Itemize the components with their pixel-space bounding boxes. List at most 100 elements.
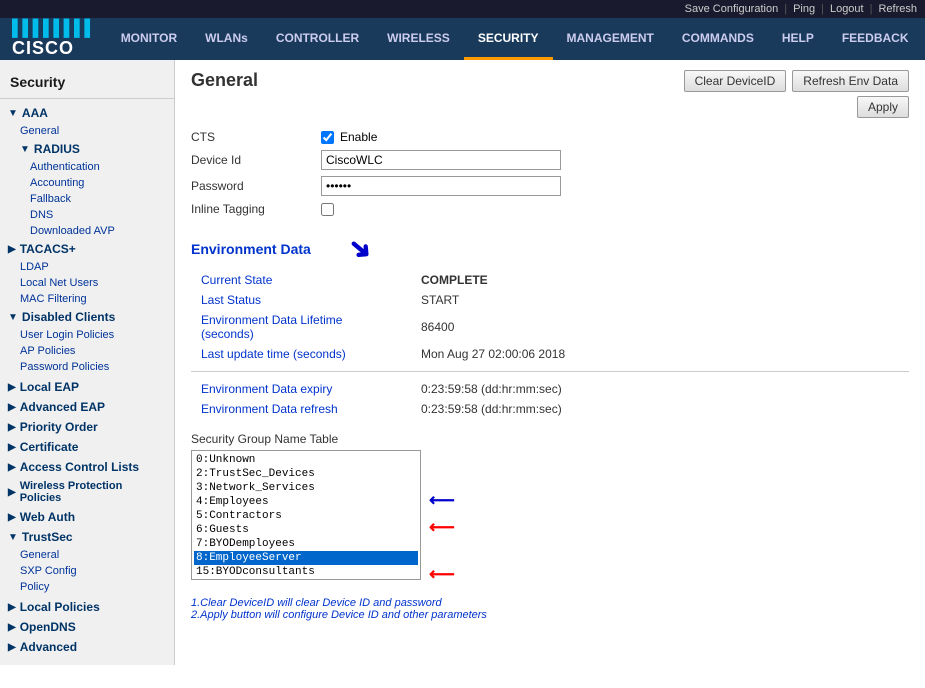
sidebar-item-wireless-protection[interactable]: ▶ Wireless Protection Policies: [0, 477, 174, 507]
page-title: General: [191, 70, 258, 91]
sg-list-item[interactable]: 7:BYODemployees: [194, 537, 418, 551]
sg-list-item[interactable]: 8:EmployeeServer: [194, 551, 418, 565]
sidebar-item-trustsec[interactable]: ▼ TrustSec: [0, 527, 174, 547]
current-state-row: Current State COMPLETE: [201, 273, 909, 287]
sidebar-item-web-auth[interactable]: ▶ Web Auth: [0, 507, 174, 527]
logout-link[interactable]: Logout: [830, 3, 864, 15]
header-buttons-row2: Apply: [857, 96, 909, 118]
sidebar-item-trustsec-general[interactable]: General: [0, 547, 174, 563]
sg-list-item[interactable]: 255:Quarantined_Systems: [194, 579, 418, 580]
nav-feedback[interactable]: FEEDBACK: [828, 18, 923, 60]
lifetime-value: 86400: [421, 320, 454, 334]
sidebar-item-authentication[interactable]: Authentication: [0, 159, 174, 175]
sidebar-item-priority-order[interactable]: ▶ Priority Order: [0, 417, 174, 437]
sidebar-item-dns[interactable]: DNS: [0, 207, 174, 223]
password-input[interactable]: [321, 176, 561, 196]
sidebar-item-advanced[interactable]: ▶ Advanced: [0, 637, 174, 657]
red-arrow-15-icon: ⟵: [429, 564, 455, 585]
sg-list-item[interactable]: 0:Unknown: [194, 453, 418, 467]
expiry-row: Environment Data expiry 0:23:59:58 (dd:h…: [201, 382, 909, 396]
sidebar-item-local-policies[interactable]: ▶ Local Policies: [0, 597, 174, 617]
certificate-arrow-icon: ▶: [8, 442, 16, 453]
local-policies-label: Local Policies: [20, 600, 100, 614]
cts-enable-text: Enable: [340, 130, 377, 144]
tacacs-label: TACACS+: [20, 242, 76, 256]
red-arrow-8-icon: ⟵: [429, 517, 455, 538]
main-layout: Security ▼ AAA General ▼ RADIUS Authenti…: [0, 60, 925, 665]
trustsec-label: TrustSec: [22, 530, 73, 544]
refresh-link[interactable]: Refresh: [878, 3, 917, 15]
cisco-logo: ▌▌▌▌▌▌▌▌ CISCO: [0, 20, 107, 59]
clear-device-id-button[interactable]: Clear DeviceID: [684, 70, 787, 92]
sidebar-item-downloaded-avp[interactable]: Downloaded AVP: [0, 223, 174, 239]
nav-management[interactable]: MANAGEMENT: [553, 18, 668, 60]
last-status-label: Last Status: [201, 293, 421, 307]
wireless-protection-arrow-icon: ▶: [8, 487, 16, 498]
sidebar-item-acl[interactable]: ▶ Access Control Lists: [0, 457, 174, 477]
top-bar: Save Configuration | Ping | Logout | Ref…: [0, 0, 925, 18]
sidebar-section-aaa: ▼ AAA General ▼ RADIUS Authentication Ac…: [0, 103, 174, 375]
advanced-arrow-icon: ▶: [8, 642, 16, 653]
sidebar-item-mac-filtering[interactable]: MAC Filtering: [0, 291, 174, 307]
sg-arrows: ⟵ ⟵ ⟵: [429, 490, 455, 585]
nav-help[interactable]: HELP: [768, 18, 828, 60]
sidebar-item-advanced-eap[interactable]: ▶ Advanced EAP: [0, 397, 174, 417]
certificate-label: Certificate: [20, 440, 79, 454]
content-area: General Clear DeviceID Refresh Env Data …: [175, 60, 925, 665]
sg-list-item[interactable]: 15:BYODconsultants: [194, 565, 418, 579]
nav-commands[interactable]: COMMANDS: [668, 18, 768, 60]
sidebar-item-local-eap[interactable]: ▶ Local EAP: [0, 377, 174, 397]
sidebar-item-general[interactable]: General: [0, 123, 174, 139]
lifetime-label: Environment Data Lifetime (seconds): [201, 313, 421, 341]
sidebar-item-accounting[interactable]: Accounting: [0, 175, 174, 191]
sg-list[interactable]: 0:Unknown2:TrustSec_Devices3:Network_Ser…: [191, 450, 421, 580]
cts-checkbox-row: Enable: [321, 130, 377, 144]
device-id-label: Device Id: [191, 153, 321, 167]
nav-security[interactable]: SECURITY: [464, 18, 553, 60]
local-eap-arrow-icon: ▶: [8, 382, 16, 393]
nav-controller[interactable]: CONTROLLER: [262, 18, 373, 60]
sidebar-item-password-policies[interactable]: Password Policies: [0, 359, 174, 375]
nav-items: MONITOR WLANs CONTROLLER WIRELESS SECURI…: [107, 18, 923, 60]
cisco-waves-icon: ▌▌▌▌▌▌▌▌: [12, 20, 95, 38]
sg-list-item[interactable]: 4:Employees: [194, 495, 418, 509]
blue-arrow-annotation: ➜: [341, 228, 380, 268]
sidebar-item-radius[interactable]: ▼ RADIUS: [0, 139, 174, 159]
nav-monitor[interactable]: MONITOR: [107, 18, 191, 60]
radius-arrow-icon: ▼: [20, 144, 30, 155]
sidebar-item-opendns[interactable]: ▶ OpenDNS: [0, 617, 174, 637]
radius-label: RADIUS: [34, 142, 80, 156]
refresh-env-data-button[interactable]: Refresh Env Data: [792, 70, 909, 92]
sg-list-item[interactable]: 6:Guests: [194, 523, 418, 537]
sidebar-item-local-net-users[interactable]: Local Net Users: [0, 275, 174, 291]
last-update-row: Last update time (seconds) Mon Aug 27 02…: [201, 347, 909, 361]
sidebar-item-ldap[interactable]: LDAP: [0, 259, 174, 275]
sidebar-item-ap-policies[interactable]: AP Policies: [0, 343, 174, 359]
cisco-text: CISCO: [12, 38, 74, 59]
form-section: CTS Enable Device Id Password Inline Tag…: [191, 130, 909, 216]
cts-checkbox[interactable]: [321, 131, 334, 144]
sidebar-item-aaa[interactable]: ▼ AAA: [0, 103, 174, 123]
sg-section: Security Group Name Table 0:Unknown2:Tru…: [191, 432, 909, 585]
device-id-input[interactable]: [321, 150, 561, 170]
sidebar-item-sxp-config[interactable]: SXP Config: [0, 563, 174, 579]
sidebar-item-tacacs[interactable]: ▶ TACACS+: [0, 239, 174, 259]
apply-button[interactable]: Apply: [857, 96, 909, 118]
sidebar-item-disabled-clients[interactable]: ▼ Disabled Clients: [0, 307, 174, 327]
sidebar-item-policy[interactable]: Policy: [0, 579, 174, 595]
sidebar-item-user-login-policies[interactable]: User Login Policies: [0, 327, 174, 343]
expiry-label: Environment Data expiry: [201, 382, 421, 396]
save-config-link[interactable]: Save Configuration: [685, 3, 779, 15]
ping-link[interactable]: Ping: [793, 3, 815, 15]
nav-wlans[interactable]: WLANs: [191, 18, 262, 60]
env-data-rows2: Environment Data expiry 0:23:59:58 (dd:h…: [201, 382, 909, 416]
sg-list-item[interactable]: 5:Contractors: [194, 509, 418, 523]
nav-wireless[interactable]: WIRELESS: [373, 18, 464, 60]
sg-list-item[interactable]: 2:TrustSec_Devices: [194, 467, 418, 481]
sg-list-item[interactable]: 3:Network_Services: [194, 481, 418, 495]
priority-order-label: Priority Order: [20, 420, 98, 434]
sidebar-item-certificate[interactable]: ▶ Certificate: [0, 437, 174, 457]
sidebar-item-fallback[interactable]: Fallback: [0, 191, 174, 207]
inline-tagging-checkbox[interactable]: [321, 203, 334, 216]
last-status-row: Last Status START: [201, 293, 909, 307]
